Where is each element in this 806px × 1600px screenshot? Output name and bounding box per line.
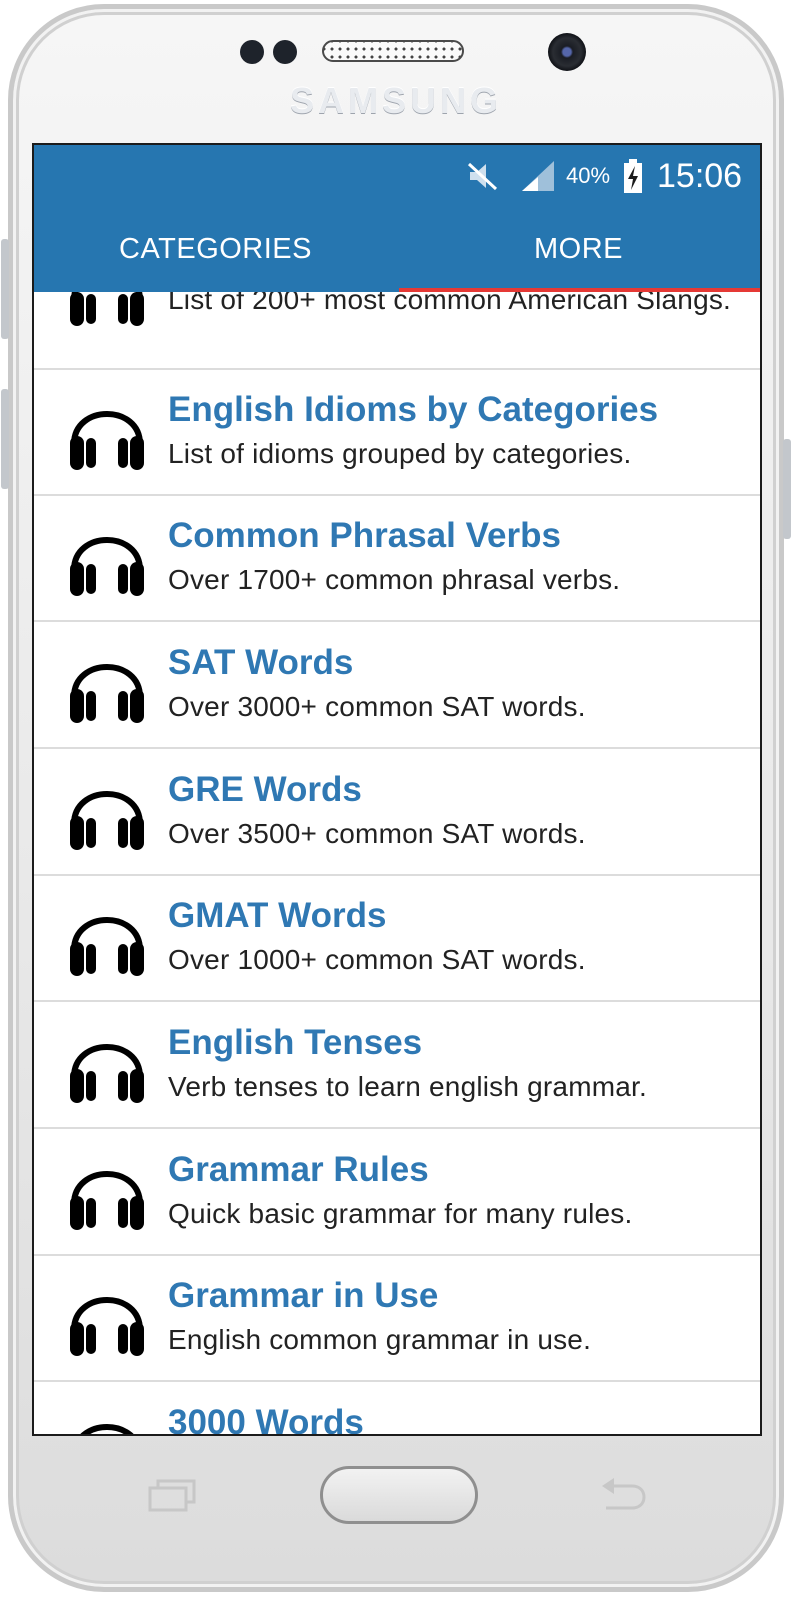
status-bar: 40% 15:06: [34, 145, 760, 207]
item-title: English Tenses: [168, 1023, 423, 1062]
item-title: SAT Words: [168, 643, 354, 682]
list-item[interactable]: GRE Words Over 3500+ common SAT words.: [34, 750, 760, 876]
headphones-icon: [70, 292, 144, 326]
list-item[interactable]: SAT Words Over 3000+ common SAT words.: [34, 623, 760, 749]
item-title: 3000 Words: [168, 1403, 364, 1436]
content-list[interactable]: List of 200+ most common American Slangs…: [34, 292, 760, 1436]
headphones-icon: [70, 1171, 144, 1230]
item-description: Over 1000+ common SAT words.: [168, 944, 586, 975]
headphones-icon: [70, 1044, 144, 1103]
headphones-icon: [70, 537, 144, 596]
item-title: Common Phrasal Verbs: [168, 516, 561, 555]
screen: 40% 15:06 CATEGORIES MORE List of 200+ m…: [32, 143, 762, 1436]
power-button: [783, 439, 791, 539]
list-item[interactable]: Grammar in Use English common grammar in…: [34, 1256, 760, 1382]
item-description: Quick basic grammar for many rules.: [168, 1198, 633, 1229]
item-description: Over 1700+ common phrasal verbs.: [168, 564, 621, 595]
list-item[interactable]: 3000 Words: [34, 1383, 760, 1436]
signal-icon: [520, 145, 556, 207]
item-description: Verb tenses to learn english grammar.: [168, 1071, 647, 1102]
item-description: List of 200+ most common American Slangs…: [168, 292, 732, 315]
headphones-icon: [70, 411, 144, 470]
brand-logo: SAMSUNG: [290, 80, 503, 121]
light-sensor: [273, 40, 297, 64]
mute-icon: [466, 145, 500, 207]
item-title: Grammar Rules: [168, 1150, 429, 1189]
headphones-icon: [70, 917, 144, 976]
list-item[interactable]: GMAT Words Over 1000+ common SAT words.: [34, 876, 760, 1002]
item-description: English common grammar in use.: [168, 1324, 592, 1355]
list-item[interactable]: Common Phrasal Verbs Over 1700+ common p…: [34, 496, 760, 622]
front-camera: [548, 33, 586, 71]
tab-bar: CATEGORIES MORE: [34, 207, 760, 292]
headphones-icon: [70, 791, 144, 850]
item-title: Grammar in Use: [168, 1276, 439, 1315]
volume-down-button: [1, 389, 9, 489]
clock: 15:06: [657, 156, 743, 195]
battery-charging-icon: [622, 145, 644, 207]
item-description: Over 3000+ common SAT words.: [168, 691, 586, 722]
recent-apps-icon[interactable]: [148, 1478, 196, 1512]
tab-more[interactable]: MORE: [397, 207, 760, 292]
battery-percent: 40%: [566, 163, 611, 188]
item-description: Over 3500+ common SAT words.: [168, 818, 586, 849]
item-description: List of idioms grouped by categories.: [168, 438, 632, 469]
list-item[interactable]: English Tenses Verb tenses to learn engl…: [34, 1003, 760, 1129]
earpiece-speaker: [322, 40, 464, 62]
item-title: GRE Words: [168, 770, 362, 809]
back-icon[interactable]: [598, 1476, 646, 1514]
tab-categories[interactable]: CATEGORIES: [34, 207, 397, 292]
item-title: GMAT Words: [168, 896, 387, 935]
headphones-icon: [70, 1297, 144, 1356]
list-item[interactable]: List of 200+ most common American Slangs…: [34, 292, 760, 370]
home-button[interactable]: [320, 1466, 478, 1524]
headphones-icon: [80, 1424, 134, 1434]
headphones-icon: [70, 664, 144, 723]
list-item[interactable]: English Idioms by Categories List of idi…: [34, 370, 760, 496]
proximity-sensor: [240, 40, 264, 64]
volume-up-button: [1, 239, 9, 339]
list-item[interactable]: Grammar Rules Quick basic grammar for ma…: [34, 1130, 760, 1256]
item-title: English Idioms by Categories: [168, 390, 659, 429]
